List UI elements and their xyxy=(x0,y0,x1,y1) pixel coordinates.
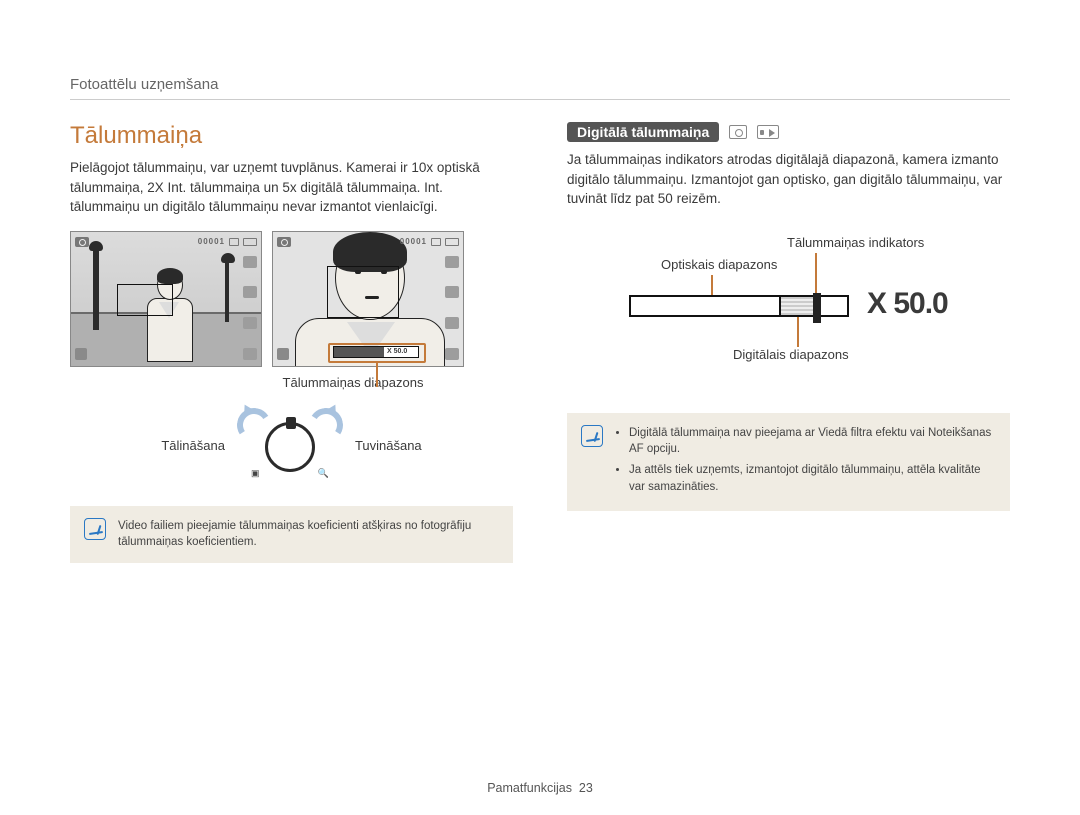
right-paragraph: Ja tālummaiņas indikators atrodas digitā… xyxy=(567,150,1010,209)
counter-value: 00001 xyxy=(400,237,427,246)
page-footer: Pamatfunkcijas 23 xyxy=(0,781,1080,795)
note-list: Digitālā tālummaiņa nav pieejama ar Vied… xyxy=(615,425,996,500)
camera-icon xyxy=(729,125,747,139)
digital-range-label: Digitālais diapazons xyxy=(733,347,849,362)
camera-mode-icon xyxy=(75,237,89,247)
indicator-label: Tālummaiņas indikators xyxy=(787,235,924,250)
zoom-dial-figure: Tālināšana ▣ 🔍 Tuvināšana xyxy=(70,408,513,484)
callout-zoom-range xyxy=(328,343,426,363)
video-icon xyxy=(757,125,779,139)
camera-preview-wide: 00001 xyxy=(70,231,262,367)
zoom-in-label: Tuvināšana xyxy=(355,438,422,453)
zoom-dial-icon xyxy=(265,422,315,472)
note-icon xyxy=(581,425,603,447)
note-item: Ja attēls tiek uzņemts, izmantojot digit… xyxy=(629,462,996,495)
footer-label: Pamatfunkcijas xyxy=(487,781,572,795)
zoom-bar xyxy=(629,295,849,317)
subheading-pill: Digitālā tālummaiņa xyxy=(567,122,719,142)
note-icon xyxy=(84,518,106,540)
footer-page-number: 23 xyxy=(579,781,593,795)
note-box: Digitālā tālummaiņa nav pieejama ar Vied… xyxy=(567,413,1010,512)
counter-value: 00001 xyxy=(198,237,225,246)
camera-preview-group: 00001 xyxy=(70,231,513,367)
two-column-layout: Tālummaiņa Pielāgojot tālummaiņu, var uz… xyxy=(70,122,1010,563)
note-text: Video failiem pieejamie tālummaiņas koef… xyxy=(118,518,499,551)
page-title: Tālummaiņa xyxy=(70,122,513,150)
handshake-icon xyxy=(75,348,87,360)
zoom-value: X 50.0 xyxy=(867,287,948,321)
right-column: Digitālā tālummaiņa Ja tālummaiņas indik… xyxy=(567,122,1010,563)
zoom-in-icon: 🔍 xyxy=(318,468,329,479)
optical-range-label: Optiskais diapazons xyxy=(661,257,777,272)
page: Fotoattēlu uzņemšana Tālummaiņa Pielāgoj… xyxy=(0,0,1080,563)
zoom-range-label: Tālummaiņas diapazons xyxy=(248,375,458,390)
handshake-icon xyxy=(277,348,289,360)
section-title: Fotoattēlu uzņemšana xyxy=(70,76,1010,100)
callout-leader xyxy=(376,363,378,387)
zoom-out-icon: ▣ xyxy=(251,468,260,479)
zoom-cursor xyxy=(813,293,821,323)
zoom-indicator-figure: Tālummaiņas indikators Optiskais diapazo… xyxy=(567,235,1010,385)
note-box: Video failiem pieejamie tālummaiņas koef… xyxy=(70,506,513,563)
intro-paragraph: Pielāgojot tālummaiņu, var uzņemt tuvplā… xyxy=(70,158,513,217)
camera-mode-icon xyxy=(277,237,291,247)
left-column: Tālummaiņa Pielāgojot tālummaiņu, var uz… xyxy=(70,122,513,563)
zoom-out-label: Tālināšana xyxy=(161,438,225,453)
note-item: Digitālā tālummaiņa nav pieejama ar Vied… xyxy=(629,425,996,458)
